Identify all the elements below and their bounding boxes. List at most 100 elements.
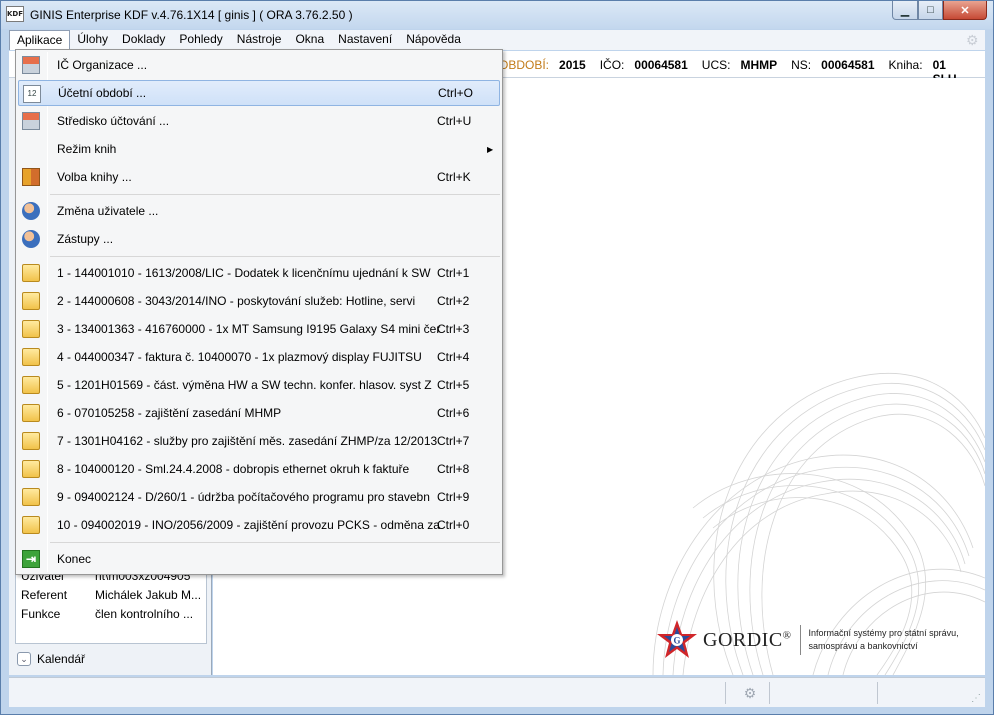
menu-nastroje[interactable]: Nástroje [230,30,289,50]
menu-item-label: 3 - 134001363 - 416760000 - 1x MT Samsun… [57,322,441,336]
exit-icon: ⇥ [22,550,40,568]
menu-separator [50,194,500,195]
menu-item-shortcut: Ctrl+7 [437,434,470,448]
menu-item-label: Zástupy ... [57,232,114,246]
brand-tagline: Informační systémy pro státní správu, sa… [809,627,959,653]
menu-item-recent-4[interactable]: 4 - 044000347 - faktura č. 10400070 - 1x… [18,344,500,370]
close-button[interactable]: ✕ [943,1,987,20]
menu-item-label: 8 - 104000120 - Sml.24.4.2008 - dobropis… [57,462,410,476]
gordic-branding: G GORDIC® Informační systémy pro státní … [655,618,959,662]
folder-icon [22,376,40,394]
referent-key: Referent [21,588,68,602]
menu-item-label: Změna uživatele ... [57,204,159,218]
menu-item-label: Režim knih [57,142,117,156]
menu-item-ucetni-obdobi[interactable]: 12 Účetní období ... Ctrl+O [18,80,500,106]
menu-item-label: 7 - 1301H04162 - služby pro zajištění mě… [57,434,438,448]
menu-item-shortcut: Ctrl+9 [437,490,470,504]
resize-grip[interactable]: ⋰ [971,693,983,705]
menu-item-recent-9[interactable]: 9 - 094002124 - D/260/1 - údržba počítač… [18,484,500,510]
menu-item-konec[interactable]: ⇥ Konec [18,546,500,572]
menu-separator [50,256,500,257]
window-title: GINIS Enterprise KDF v.4.76.1X14 [ ginis… [30,8,353,22]
user-icon [22,230,40,248]
menu-item-label: 9 - 094002124 - D/260/1 - údržba počítač… [57,490,430,504]
calendar-label: Kalendář [37,652,86,666]
folder-icon [22,348,40,366]
calendar-section-toggle[interactable]: ⌄ Kalendář [17,652,85,666]
menu-item-recent-7[interactable]: 7 - 1301H04162 - služby pro zajištění mě… [18,428,500,454]
gear-icon[interactable]: ⚙ [966,32,982,48]
referent-row: Referent Michálek Jakub M... [21,588,201,602]
menu-item-shortcut: Ctrl+5 [437,378,470,392]
gordic-logo-icon: G [657,620,697,658]
menu-item-volba-knihy[interactable]: Volba knihy ... Ctrl+K [18,164,500,190]
status-separator [877,682,878,704]
menu-item-label: 10 - 094002019 - INO/2056/2009 - zajiště… [57,518,440,532]
menu-item-shortcut: Ctrl+K [437,170,471,184]
funkce-value: člen kontrolního ... [95,607,194,621]
brand-name: GORDIC® [703,628,792,651]
menu-item-label: Účetní období ... [58,86,147,100]
menu-item-zastupy[interactable]: Zástupy ... [18,226,500,252]
menu-item-shortcut: Ctrl+U [437,114,472,128]
svg-text:G: G [673,636,680,646]
folder-icon [22,404,40,422]
folder-icon [22,460,40,478]
menu-item-recent-10[interactable]: 10 - 094002019 - INO/2056/2009 - zajiště… [18,512,500,538]
menu-item-shortcut: Ctrl+0 [437,518,470,532]
menu-item-shortcut: Ctrl+1 [437,266,470,280]
books-icon [22,168,40,186]
menu-item-label: IČ Organizace ... [57,58,148,72]
menu-item-label: 5 - 1201H01569 - část. výměna HW a SW te… [57,378,432,392]
menu-bar: Aplikace Úlohy Doklady Pohledy Nástroje … [9,30,985,50]
status-bar: ⚙ ⋰ [9,677,985,707]
folder-icon [22,432,40,450]
menu-item-shortcut: Ctrl+8 [437,462,470,476]
menu-item-label: 1 - 144001010 - 1613/2008/LIC - Dodatek … [57,266,431,280]
menu-item-shortcut: Ctrl+O [438,86,474,100]
menu-separator [50,542,500,543]
menu-item-recent-2[interactable]: 2 - 144000608 - 3043/2014/INO - poskytov… [18,288,500,314]
folder-icon [22,488,40,506]
menu-item-recent-3[interactable]: 3 - 134001363 - 416760000 - 1x MT Samsun… [18,316,500,342]
connection-status-icon: ⚙ [743,685,757,701]
title-bar[interactable]: KDF GINIS Enterprise KDF v.4.76.1X14 [ g… [1,1,993,29]
menu-item-recent-5[interactable]: 5 - 1201H01569 - část. výměna HW a SW te… [18,372,500,398]
funkce-row: Funkce člen kontrolního ... [21,607,193,621]
menu-okna[interactable]: Okna [288,30,331,50]
menu-item-stredisko[interactable]: Středisko účtování ... Ctrl+U [18,108,500,134]
folder-icon [22,292,40,310]
status-separator [769,682,770,704]
menu-nastaveni[interactable]: Nastavení [331,30,399,50]
app-logo-icon: KDF [6,6,24,22]
calendar-icon: 12 [23,85,41,103]
menu-item-label: 6 - 070105258 - zajištění zasedání MHMP [57,406,282,420]
referent-value: Michálek Jakub M... [95,588,202,602]
menu-item-label: Konec [57,552,92,566]
window-controls: ▁ □ ✕ [892,1,987,20]
menu-item-shortcut: Ctrl+4 [437,350,470,364]
menu-napoveda[interactable]: Nápověda [399,30,468,50]
menu-item-rezim-knih[interactable]: Režim knih ▶ [18,136,500,162]
menu-ulohy[interactable]: Úlohy [70,30,115,50]
funkce-key: Funkce [21,607,61,621]
chevron-down-icon: ⌄ [17,652,31,666]
menu-item-zmena-uzivatele[interactable]: Změna uživatele ... [18,198,500,224]
users-icon [22,202,40,220]
menu-item-recent-1[interactable]: 1 - 144001010 - 1613/2008/LIC - Dodatek … [18,260,500,286]
menu-item-ic-organizace[interactable]: IČ Organizace ... [18,52,500,78]
submenu-arrow-icon: ▶ [487,144,494,154]
menu-item-recent-8[interactable]: 8 - 104000120 - Sml.24.4.2008 - dobropis… [18,456,500,482]
menu-doklady[interactable]: Doklady [115,30,172,50]
menu-item-recent-6[interactable]: 6 - 070105258 - zajištění zasedání MHMP … [18,400,500,426]
user-info-box: Uživatel nt\m003xz004905 Referent Michál… [15,566,207,644]
minimize-button[interactable]: ▁ [892,1,918,20]
folder-icon [22,264,40,282]
menu-item-shortcut: Ctrl+2 [437,294,470,308]
maximize-button[interactable]: □ [918,1,943,20]
aplikace-dropdown-menu: IČ Organizace ... 12 Účetní období ... C… [15,49,503,575]
menu-pohledy[interactable]: Pohledy [172,30,229,50]
menu-item-label: Volba knihy ... [57,170,132,184]
folder-icon [22,320,40,338]
menu-aplikace[interactable]: Aplikace [9,30,71,50]
